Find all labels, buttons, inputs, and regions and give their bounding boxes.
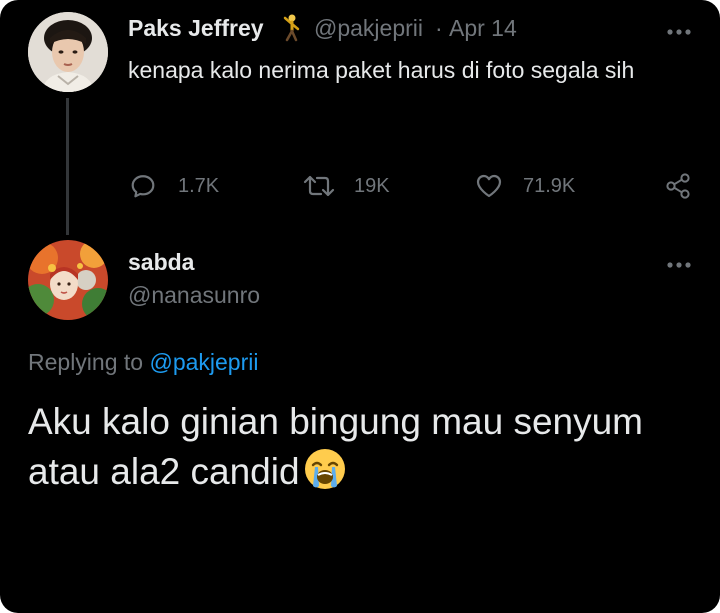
reply-icon (130, 173, 156, 199)
like-count: 71.9K (523, 174, 576, 197)
share-action[interactable] (664, 170, 692, 202)
reply-action[interactable]: 1.7K (130, 170, 219, 202)
like-action[interactable]: 71.9K (475, 170, 575, 202)
reply-more-options-icon[interactable] (666, 257, 692, 268)
replying-to-line: Replying to @pakjeprii (28, 349, 258, 376)
author-handle[interactable]: @pakjeprii (314, 15, 423, 42)
reply-author-handle[interactable]: @nanasunro (128, 282, 260, 309)
reply-count: 1.7K (178, 174, 220, 197)
tweet-date[interactable]: Apr 14 (449, 15, 517, 42)
retweet-count: 19K (354, 174, 390, 197)
loudly-crying-face-icon (302, 446, 348, 492)
heart-icon (475, 173, 503, 199)
share-icon (664, 172, 692, 200)
replying-to-mention[interactable]: @pakjeprii (149, 349, 258, 375)
tweet-card: Paks Jeffrey @pakjeprii · Apr 14 kenapa … (0, 0, 720, 613)
reply-author-name[interactable]: sabda (128, 249, 194, 276)
reply-tweet-body: Aku kalo ginian bingung mau senyum atau … (28, 398, 708, 496)
author-name[interactable]: Paks Jeffrey (128, 15, 264, 42)
more-options-icon[interactable] (666, 24, 692, 35)
original-tweet-text: kenapa kalo nerima paket harus di foto s… (128, 57, 635, 83)
avatar-paks-jeffrey[interactable] (28, 12, 108, 92)
avatar-sabda[interactable] (28, 240, 108, 320)
replying-to-label: Replying to (28, 349, 150, 375)
thread-connector-line (66, 98, 69, 235)
retweet-icon (303, 173, 335, 199)
separator-dot: · (435, 15, 443, 41)
retweet-action[interactable]: 19K (303, 170, 390, 202)
person-emoji-icon (280, 13, 304, 43)
